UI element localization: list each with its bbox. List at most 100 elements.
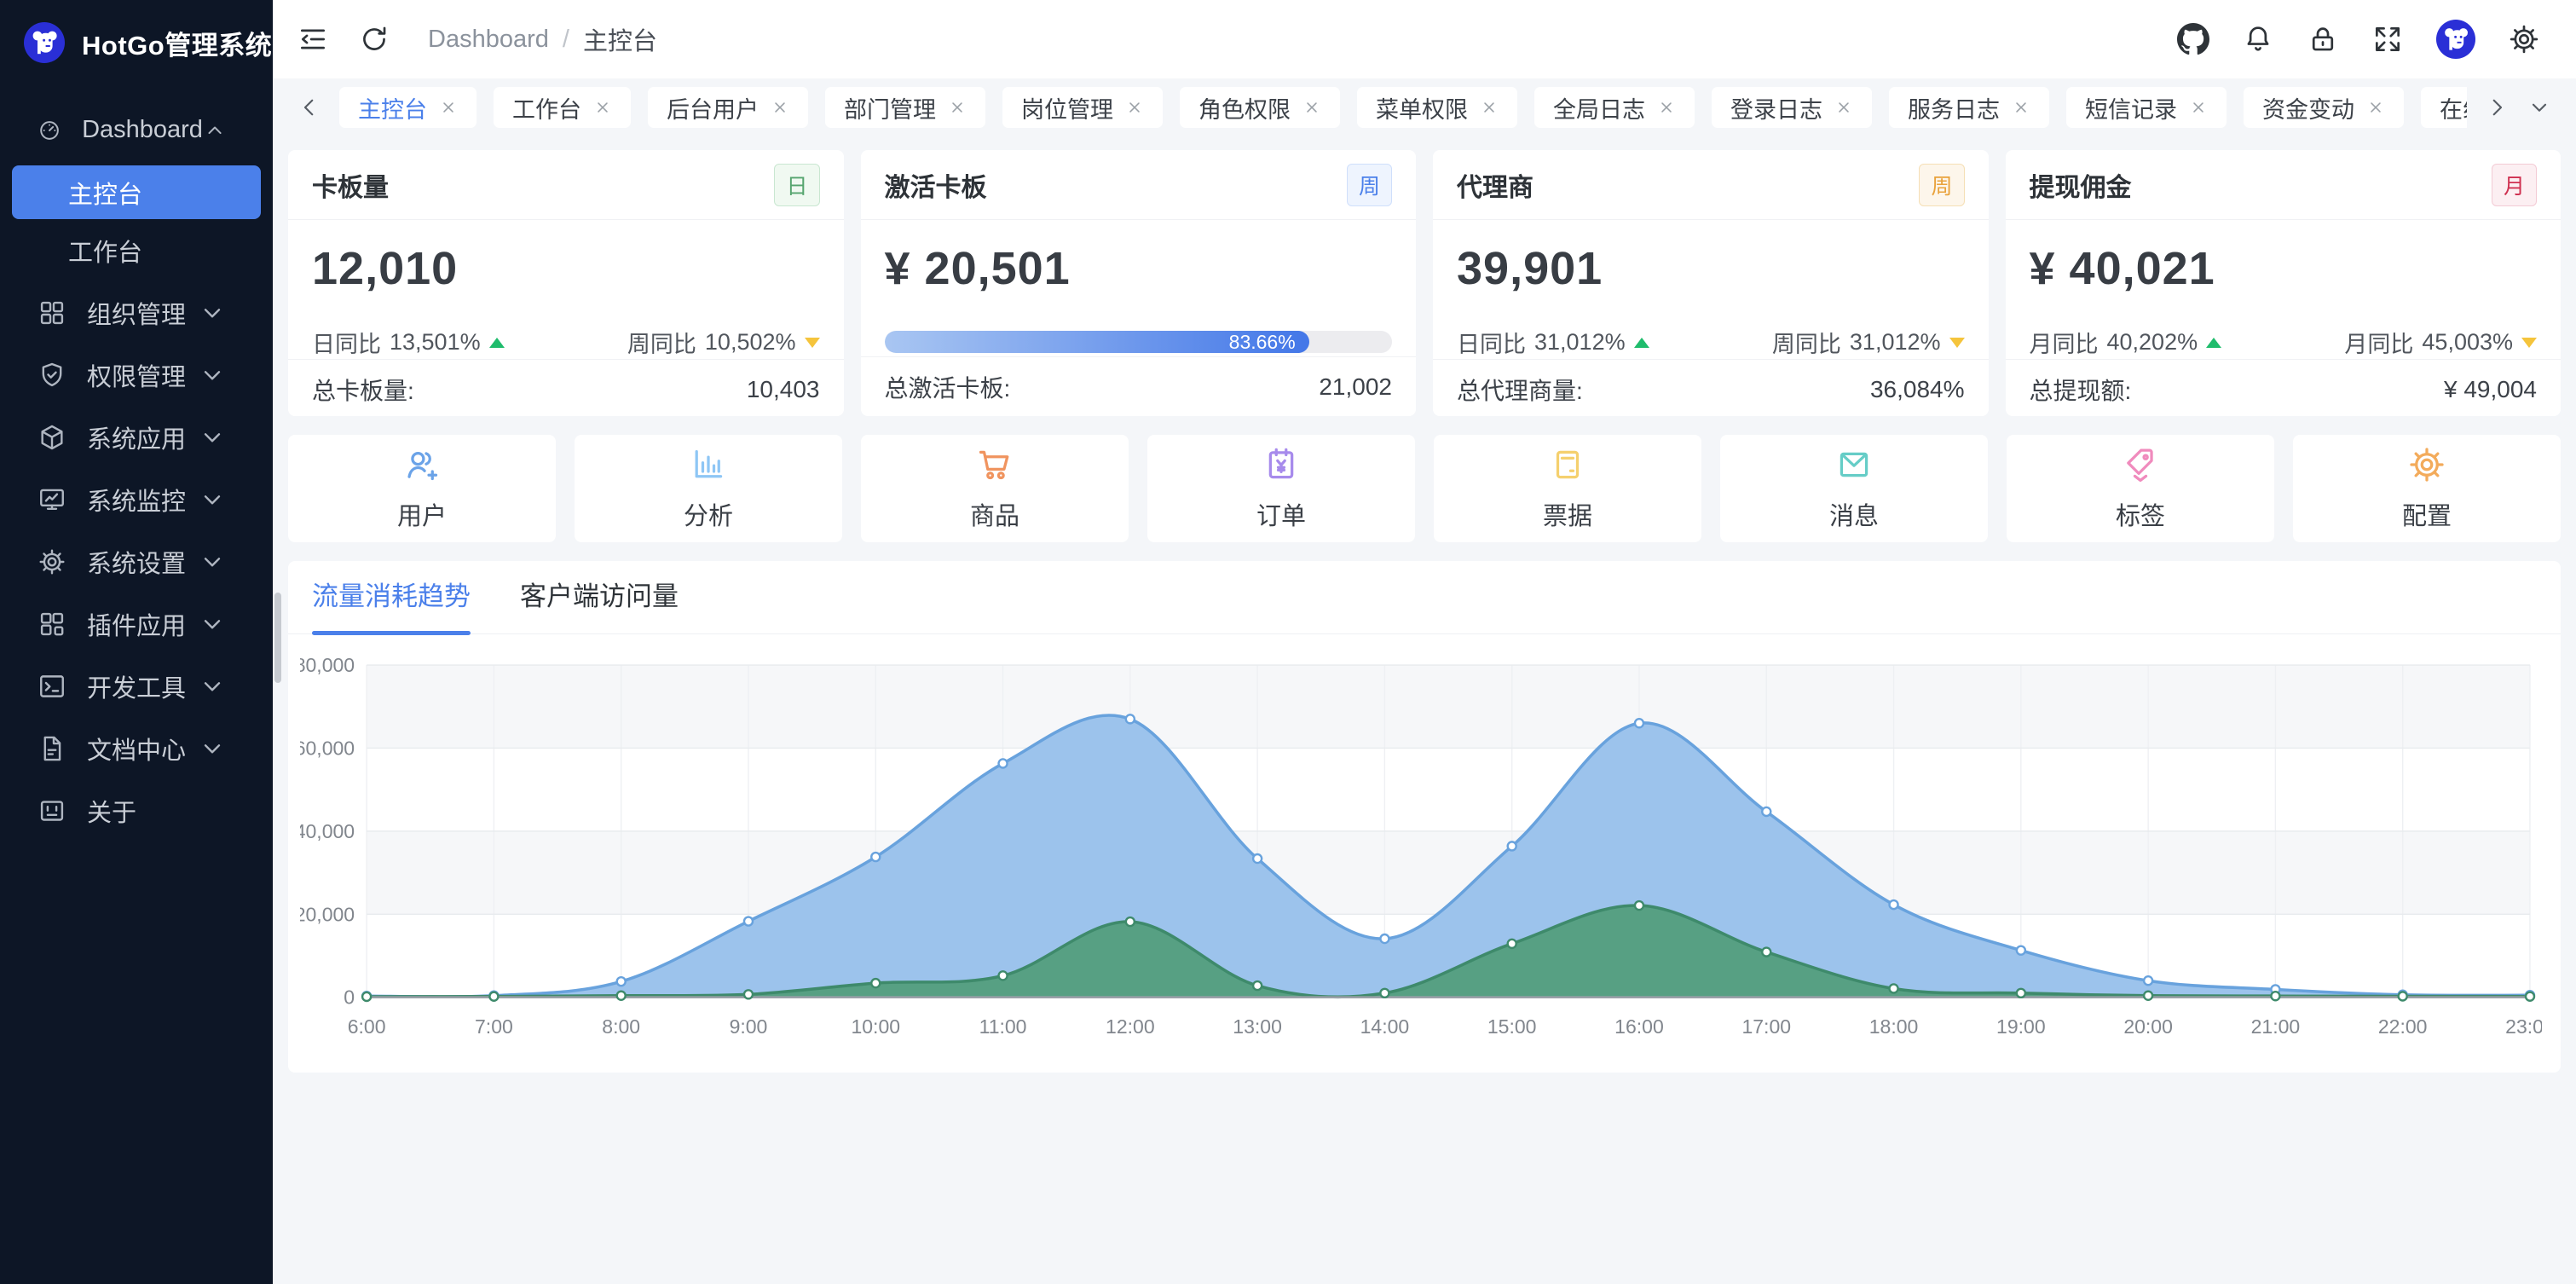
- order-icon: [1262, 445, 1301, 484]
- user-avatar[interactable]: [2436, 20, 2475, 59]
- bell-button[interactable]: [2242, 23, 2274, 55]
- chevR-icon: [2484, 95, 2510, 120]
- close-icon[interactable]: [1834, 98, 1853, 117]
- shortcut-商品[interactable]: 商品: [861, 435, 1129, 542]
- settings-button[interactable]: [2508, 23, 2540, 55]
- shortcut-消息[interactable]: 消息: [1720, 435, 1988, 542]
- svg-text:11:00: 11:00: [979, 1015, 1027, 1038]
- tab-后台用户[interactable]: 后台用户: [648, 87, 808, 128]
- chevDown-icon: [198, 361, 227, 390]
- close-icon[interactable]: [439, 98, 458, 117]
- sidebar-subitem-工作台[interactable]: 工作台: [12, 223, 261, 277]
- trend-down-icon: [2521, 338, 2537, 348]
- tab-登录日志[interactable]: 登录日志: [1712, 87, 1872, 128]
- breadcrumb-root[interactable]: Dashboard: [428, 26, 549, 54]
- shortcut-用户[interactable]: 用户: [288, 435, 556, 542]
- sidebar-item-label: 权限管理: [87, 357, 198, 393]
- github-button[interactable]: [2177, 23, 2209, 55]
- tab-在线充值[interactable]: 在线充值: [2421, 87, 2467, 128]
- sidebar-subitem-主控台[interactable]: 主控台: [12, 165, 261, 219]
- metric-label: 日同比: [312, 326, 381, 359]
- sidebar-item-系统应用[interactable]: 系统应用: [0, 406, 273, 468]
- chart-tab-流量消耗趋势[interactable]: 流量消耗趋势: [312, 575, 471, 633]
- chart-tab-客户端访问量[interactable]: 客户端访问量: [520, 575, 679, 633]
- sidebar: HotGo管理系统 Dashboard主控台工作台组织管理权限管理系统应用系统监…: [0, 0, 273, 1284]
- metric-right: 周同比31,012%: [1772, 326, 1965, 359]
- sidebar-item-组织管理[interactable]: 组织管理: [0, 281, 273, 344]
- period-badge: 月: [2492, 164, 2537, 206]
- tab-部门管理[interactable]: 部门管理: [825, 87, 985, 128]
- tab-岗位管理[interactable]: 岗位管理: [1002, 87, 1163, 128]
- shortcut-标签[interactable]: 标签: [2007, 435, 2274, 542]
- close-icon[interactable]: [771, 98, 789, 117]
- tab-label: 全局日志: [1553, 91, 1645, 124]
- shortcut-分析[interactable]: 分析: [575, 435, 842, 542]
- tab-主控台[interactable]: 主控台: [339, 87, 477, 128]
- metric-label: 日同比: [1457, 326, 1526, 359]
- metric-left: 月同比40,202%: [2030, 326, 2222, 359]
- refresh-button[interactable]: [358, 23, 390, 55]
- tab-角色权限[interactable]: 角色权限: [1180, 87, 1340, 128]
- lock-button[interactable]: [2307, 23, 2339, 55]
- close-icon[interactable]: [2189, 98, 2208, 117]
- svg-text:40,000: 40,000: [300, 820, 355, 842]
- scrollbar-thumb[interactable]: [274, 593, 281, 683]
- stat-metrics: 日同比13,501%周同比10,502%: [312, 326, 820, 359]
- close-icon[interactable]: [2366, 98, 2385, 117]
- close-icon[interactable]: [1125, 98, 1144, 117]
- close-icon[interactable]: [1480, 98, 1499, 117]
- svg-text:20,000: 20,000: [300, 903, 355, 925]
- chevDown-icon: [198, 547, 227, 576]
- sidebar-item-开发工具[interactable]: 开发工具: [0, 655, 273, 717]
- stat-footer-label: 总代理商量:: [1457, 373, 1583, 407]
- stat-card-footer: 总激活卡板:21,002: [861, 356, 1417, 416]
- tab-服务日志[interactable]: 服务日志: [1889, 87, 2049, 128]
- sidebar-item-label: 系统监控: [87, 482, 198, 518]
- sidebar-item-系统监控[interactable]: 系统监控: [0, 468, 273, 530]
- trend-down-icon: [1949, 338, 1965, 348]
- tabs-dropdown-button[interactable]: [2527, 95, 2552, 120]
- users-icon: [402, 445, 442, 484]
- stat-card-footer: 总卡板量:10,403: [288, 359, 844, 419]
- sidebar-item-系统设置[interactable]: 系统设置: [0, 530, 273, 593]
- close-icon[interactable]: [593, 98, 612, 117]
- tab-短信记录[interactable]: 短信记录: [2066, 87, 2227, 128]
- chevDown-icon: [198, 423, 227, 452]
- stat-footer-value: 36,084%: [1870, 376, 1965, 403]
- metric-right: 周同比10,502%: [627, 326, 820, 359]
- close-icon[interactable]: [1657, 98, 1676, 117]
- tab-全局日志[interactable]: 全局日志: [1534, 87, 1695, 128]
- chevDown-icon: [198, 610, 227, 639]
- collapse-button[interactable]: [297, 23, 329, 55]
- shortcuts-row: 用户分析商品订单票据消息标签配置: [288, 435, 2561, 542]
- sidebar-item-权限管理[interactable]: 权限管理: [0, 344, 273, 406]
- sidebar-item-文档中心[interactable]: 文档中心: [0, 717, 273, 779]
- trend-up-icon: [2206, 338, 2221, 348]
- sidebar-item-关于[interactable]: 关于: [0, 779, 273, 842]
- sidebar-item-插件应用[interactable]: 插件应用: [0, 593, 273, 655]
- shortcut-配置[interactable]: 配置: [2293, 435, 2561, 542]
- dashboard-icon: [38, 116, 61, 145]
- sidebar-item-Dashboard[interactable]: Dashboard: [0, 99, 273, 161]
- stat-footer-value: ¥ 49,004: [2444, 376, 2537, 403]
- shortcut-订单[interactable]: 订单: [1147, 435, 1415, 542]
- plugin-icon: [38, 610, 66, 639]
- svg-text:21:00: 21:00: [2251, 1015, 2301, 1038]
- close-icon[interactable]: [948, 98, 967, 117]
- lock-icon: [2307, 23, 2339, 55]
- header-left: Dashboard / 主控台: [297, 21, 657, 57]
- scroll-tabs-right-button[interactable]: [2484, 95, 2510, 120]
- tab-菜单权限[interactable]: 菜单权限: [1357, 87, 1517, 128]
- close-icon[interactable]: [1302, 98, 1321, 117]
- app-logo[interactable]: HotGo管理系统: [0, 0, 273, 85]
- scroll-tabs-left-button[interactable]: [297, 95, 322, 120]
- svg-text:20:00: 20:00: [2123, 1015, 2173, 1038]
- tab-资金变动[interactable]: 资金变动: [2244, 87, 2404, 128]
- tab-工作台[interactable]: 工作台: [494, 87, 631, 128]
- metric-right: 月同比45,003%: [2344, 326, 2537, 359]
- shortcut-票据[interactable]: 票据: [1434, 435, 1701, 542]
- sidebar-item-label: 系统设置: [87, 544, 198, 580]
- stat-card-body: 39,901日同比31,012%周同比31,012%: [1433, 220, 1989, 359]
- fullscreen-button[interactable]: [2371, 23, 2404, 55]
- close-icon[interactable]: [2012, 98, 2030, 117]
